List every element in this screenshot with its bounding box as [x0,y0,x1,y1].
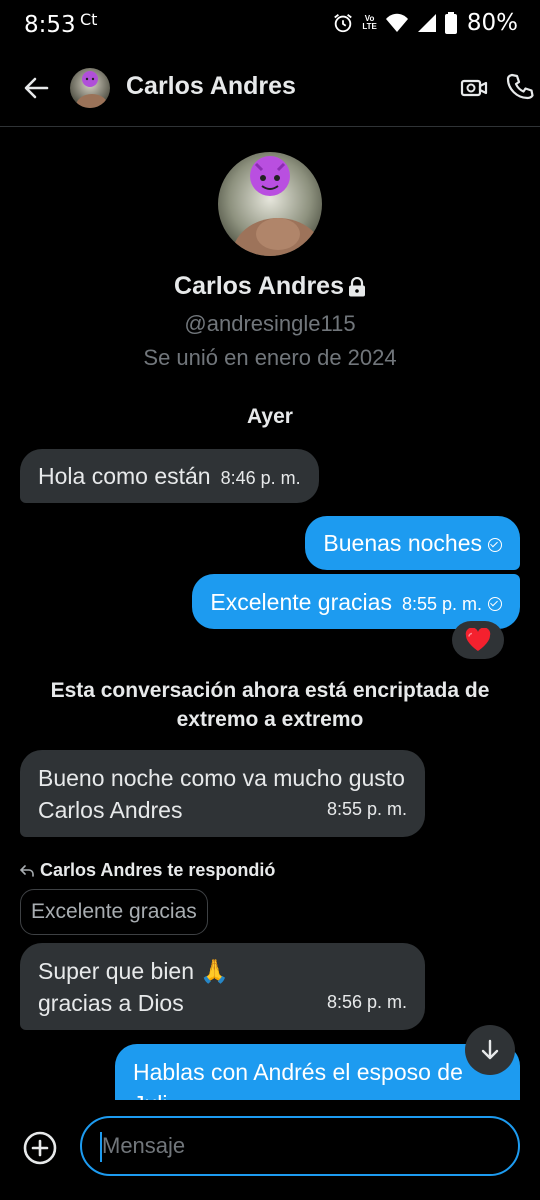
arrow-down-icon [481,1039,499,1060]
reply-quote[interactable]: Excelente gracias [20,889,208,935]
back-arrow-icon[interactable] [20,72,52,104]
signal-icon [417,14,436,32]
message-time: 8:55 p. m. [326,799,407,819]
add-media-button[interactable] [22,1130,58,1166]
reply-context-label: Carlos Andres te respondió [20,860,275,881]
profile-name-row: Carlos Andres [0,272,540,301]
heart-icon [465,628,491,651]
sent-check-icon [488,537,502,552]
message-text: Buenas noches [323,530,482,556]
profile-avatar[interactable] [218,152,322,256]
phone-icon[interactable] [506,72,534,102]
profile-joined-date: Se unió en enero de 2024 [143,345,397,370]
battery-level: 80% [466,10,518,36]
reply-label-text: Carlos Andres te respondió [40,860,276,880]
clock: 8:53 [24,12,76,38]
message-text: Excelente gracias [210,589,392,615]
volte-icon: Vo LTE [362,14,377,31]
profile-summary: Carlos Andres @andresingle115 Se unió en… [0,152,540,371]
message-time: 8:56 p. m. [326,992,407,1012]
header-contact-name[interactable]: Carlos Andres [126,72,296,101]
lock-icon [348,276,365,296]
profile-handle: @andresingle115 [184,311,356,336]
header-avatar[interactable] [70,68,110,108]
text-caret [100,1132,102,1162]
message-time: 8:46 p. m. [220,468,301,488]
status-bar: 8:53 Ct Vo LTE 80% [0,0,540,50]
message-text: Super que bien 🙏 gracias a Dios [38,958,230,1016]
composer-bar [0,1100,540,1200]
reply-icon [20,864,34,877]
message-received[interactable]: Super que bien 🙏 gracias a Dios 8:56 p. … [20,943,425,1030]
message-received[interactable]: Hola como están 8:46 p. m. [20,449,319,503]
message-received[interactable]: Bueno noche como va mucho gusto Carlos A… [20,750,425,837]
day-separator: Ayer [247,405,293,428]
status-icons: Vo LTE 80% [332,10,518,36]
heart-reaction[interactable] [452,621,504,659]
battery-icon [444,12,457,34]
conversation-header: Carlos Andres [0,50,540,127]
scroll-to-bottom-button[interactable] [465,1025,515,1075]
video-icon[interactable] [460,74,488,102]
wifi-icon [385,13,408,32]
alarm-icon [334,14,353,33]
carrier-icon: Ct [80,10,98,29]
sent-check-icon [488,596,502,611]
message-text: Hola como están [38,463,211,489]
profile-name: Carlos Andres [174,272,344,300]
message-time: 8:55 p. m. [401,594,482,614]
message-input[interactable] [80,1116,520,1176]
encryption-notice: Esta conversación ahora está encriptada … [50,679,490,731]
message-sent[interactable]: Buenas noches [305,516,520,570]
